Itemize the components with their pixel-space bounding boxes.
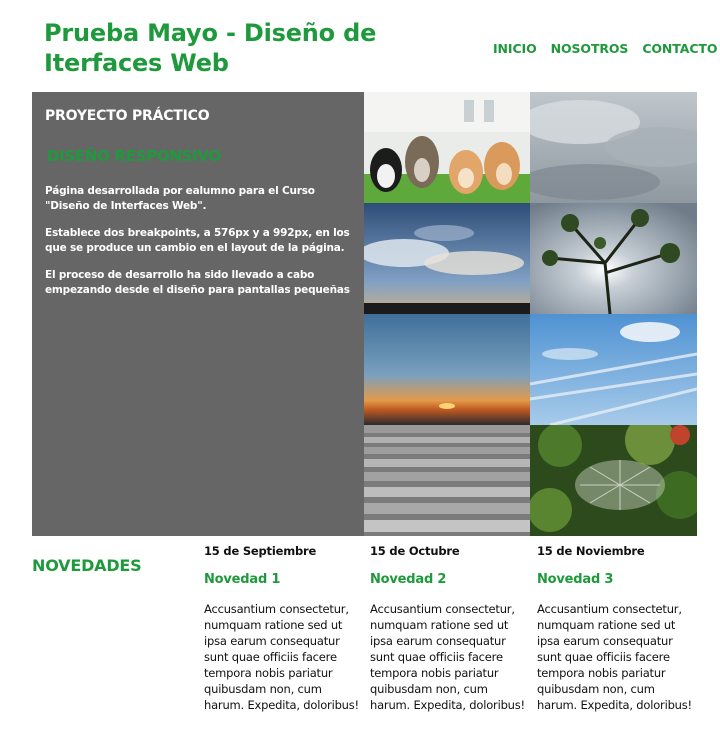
news-date: 15 de Septiembre [204,544,317,558]
news-item: 15 de Septiembre Novedad 1 Accusantium c… [204,544,364,713]
nav-link-inicio[interactable]: INICIO [493,41,537,56]
kittens-photo [364,92,530,203]
sunset-horizon-photo [364,314,530,425]
news-item: 15 de Octubre Novedad 2 Accusantium cons… [370,544,530,713]
news-heading: Novedad 2 [370,572,447,587]
news-section-title: NOVEDADES [32,556,142,575]
intro-paragraph: El proceso de desarrollo ha sido llevado… [45,269,350,296]
intro-paragraph: Página desarrollada por ealumno para el … [45,185,315,212]
news-heading: Novedad 3 [537,572,614,587]
news-heading: Novedad 1 [204,572,281,587]
hero-section: PROYECTO PRÁCTICO DISEÑO RESPONSIVO Pági… [32,92,697,536]
news-body: Accusantium consectetur, numquam ratione… [537,602,692,712]
intro-panel: PROYECTO PRÁCTICO DISEÑO RESPONSIVO Pági… [32,92,364,536]
spiderweb-foliage-photo [530,425,697,536]
nav-link-contacto[interactable]: CONTACTO [642,41,717,56]
intro-kicker: PROYECTO PRÁCTICO [45,108,210,124]
cloudy-sky-photo [530,92,697,203]
clouds-dusk-photo [364,203,530,314]
photo-gallery [364,92,697,536]
news-date: 15 de Octubre [370,544,460,558]
nav-link-nosotros[interactable]: NOSOTROS [551,41,629,56]
tree-branches-sun-photo [530,203,697,314]
intro-paragraph: Establece dos breakpoints, a 576px y a 9… [45,227,350,254]
news-body: Accusantium consectetur, numquam ratione… [204,602,359,712]
news-item: 15 de Noviembre Novedad 3 Accusantium co… [537,544,697,713]
intro-subtitle: DISEÑO RESPONSIVO [47,147,221,165]
news-body: Accusantium consectetur, numquam ratione… [370,602,525,712]
stairs-photo [364,425,530,536]
contrails-sky-photo [530,314,697,425]
news-date: 15 de Noviembre [537,544,645,558]
main-nav: INICIO NOSOTROS CONTACTO [493,41,717,56]
site-header: Prueba Mayo - Diseño de Iterfaces Web IN… [0,0,720,92]
site-title: Prueba Mayo - Diseño de Iterfaces Web [44,19,377,77]
